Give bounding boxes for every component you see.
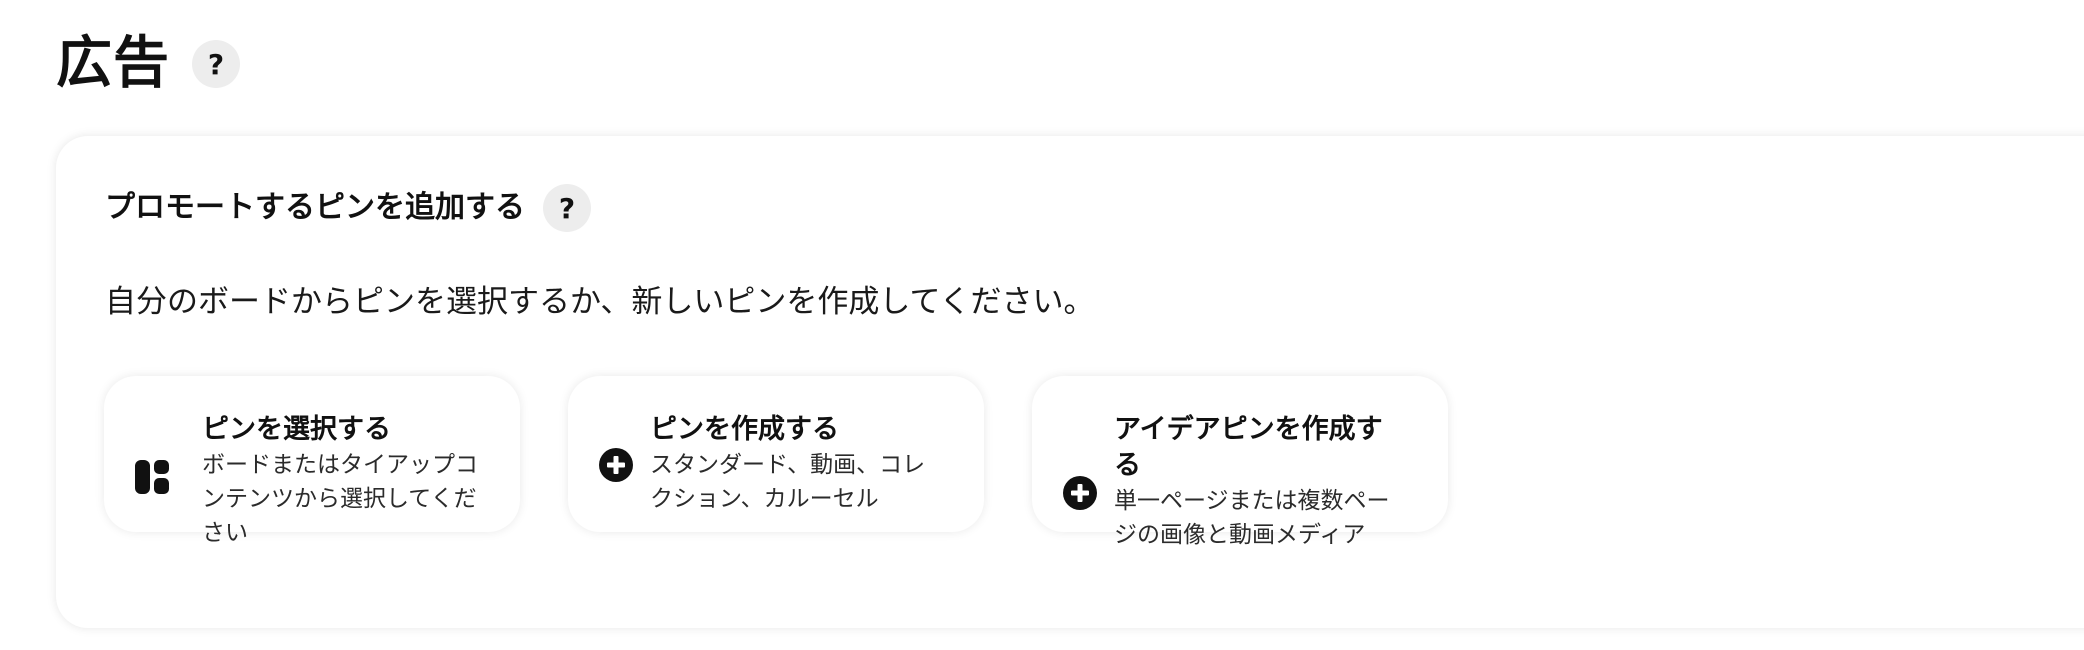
card-help-button[interactable]: ?: [543, 184, 591, 232]
page-header: 広告 ?: [56, 28, 240, 100]
select-pin-subtitle: ボードまたはタイアップコ ンテンツから選択してくだ さい: [202, 448, 478, 550]
select-pin-title: ピンを選択する: [202, 414, 391, 445]
create-pin-subtitle-line: スタンダード、動画、コレ: [650, 452, 926, 478]
page-title: 広告: [56, 31, 170, 96]
select-pin-option[interactable]: ピンを選択する ボードまたはタイアップコ ンテンツから選択してくだ さい: [104, 376, 520, 546]
select-pin-text: ピンを選択する ボードまたはタイアップコ ンテンツから選択してくだ さい: [202, 412, 478, 550]
board-icon: [134, 459, 170, 495]
create-idea-pin-subtitle-line: 単一ページまたは複数ペー: [1114, 488, 1390, 514]
create-idea-pin-option[interactable]: アイデアピンを作成す る 単一ページまたは複数ペー ジの画像と動画メディア: [1032, 376, 1448, 548]
select-pin-subtitle-line: ンテンツから選択してくだ: [202, 486, 477, 512]
create-idea-pin-title-line: アイデアピンを作成す: [1114, 414, 1383, 445]
create-pin-title: ピンを作成する: [650, 414, 839, 445]
create-pin-subtitle-line: クション、カルーセル: [650, 486, 879, 512]
card-description: 自分のボードからピンを選択するか、新しいピンを作成してください。: [105, 284, 1095, 320]
create-idea-pin-title-line: る: [1114, 450, 1141, 481]
create-pin-text: ピンを作成する スタンダード、動画、コレ クション、カルーセル: [650, 412, 925, 516]
create-pin-subtitle: スタンダード、動画、コレ クション、カルーセル: [650, 448, 925, 516]
create-idea-pin-text: アイデアピンを作成す る 単一ページまたは複数ペー ジの画像と動画メディア: [1114, 412, 1390, 552]
plus-circle-icon: [1062, 475, 1098, 511]
create-idea-pin-subtitle-line: ジの画像と動画メディア: [1114, 522, 1366, 548]
select-pin-subtitle-line: ボードまたはタイアップコ: [202, 452, 478, 478]
card-title: プロモートするピンを追加する: [105, 190, 525, 225]
card-header: プロモートするピンを追加する ?: [105, 184, 591, 232]
select-pin-subtitle-line: さい: [202, 520, 248, 546]
plus-circle-icon: [598, 447, 634, 483]
page-help-button[interactable]: ?: [192, 40, 240, 88]
promote-pin-card: プロモートするピンを追加する ? 自分のボードからピンを選択するか、新しいピンを…: [56, 136, 2084, 628]
create-pin-option[interactable]: ピンを作成する スタンダード、動画、コレ クション、カルーセル: [568, 376, 984, 532]
create-idea-pin-title: アイデアピンを作成す る: [1114, 412, 1390, 484]
create-idea-pin-subtitle: 単一ページまたは複数ペー ジの画像と動画メディア: [1114, 484, 1390, 552]
